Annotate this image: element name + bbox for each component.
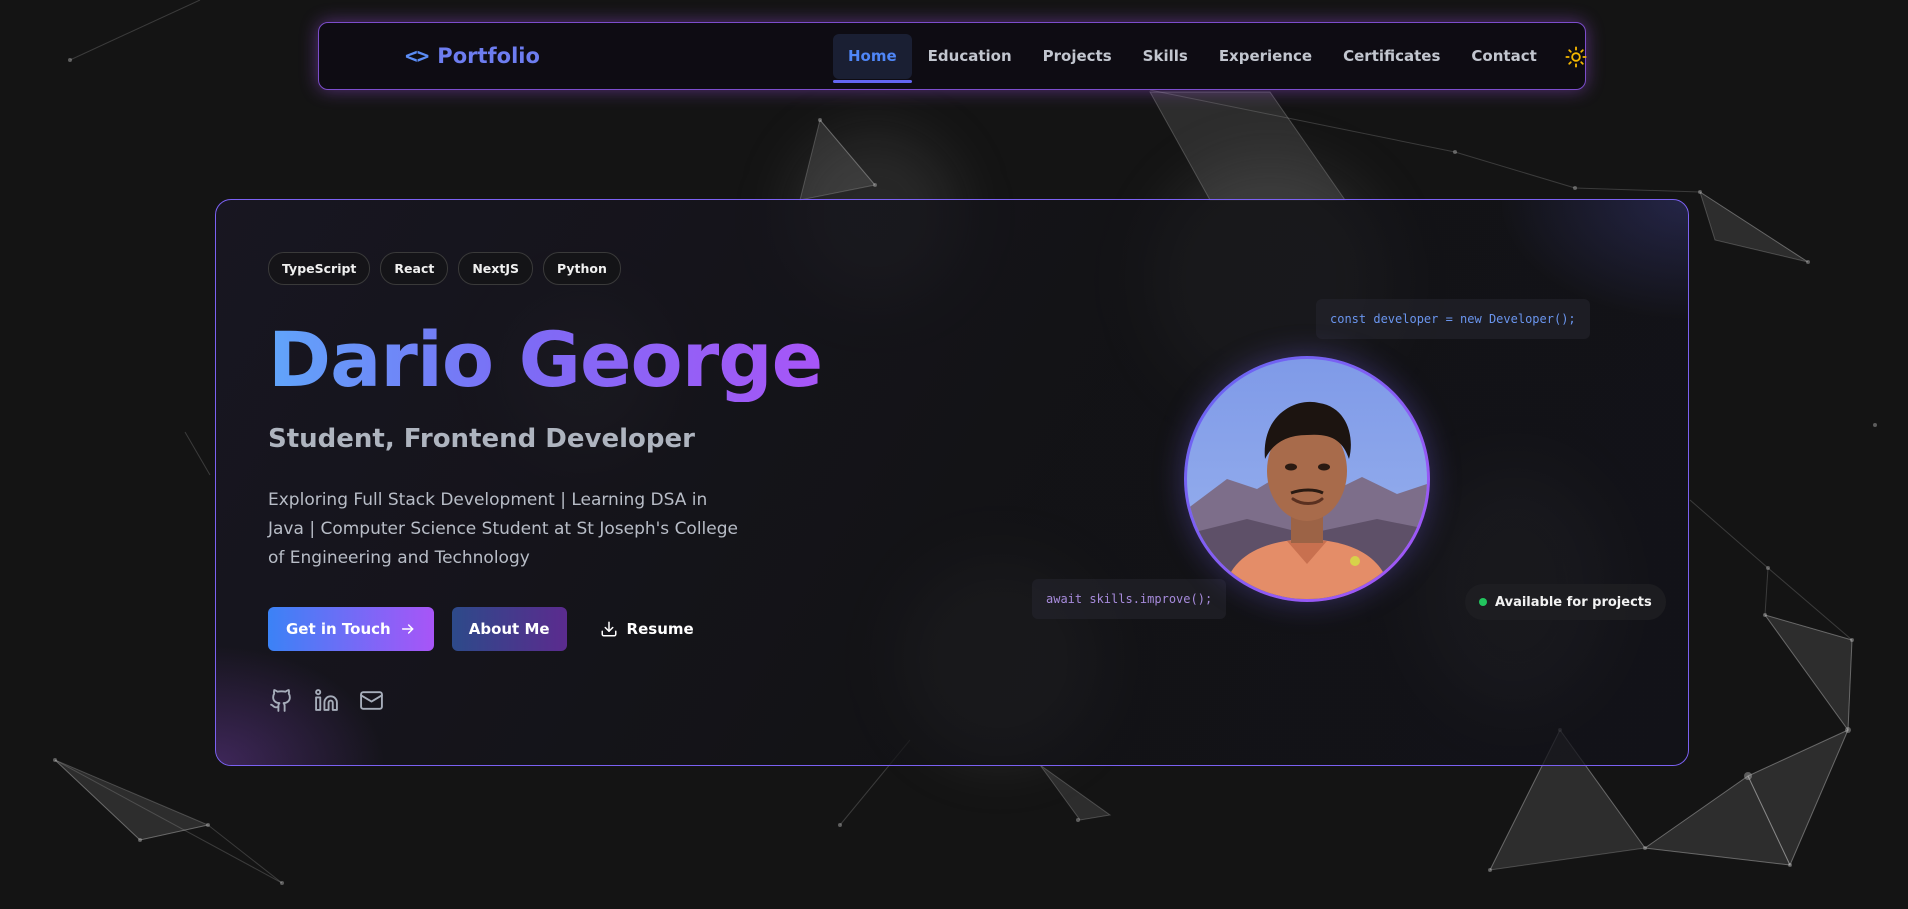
arrow-right-icon xyxy=(401,624,414,634)
profile-photo xyxy=(1184,356,1430,602)
availability-text: Available for projects xyxy=(1495,594,1652,610)
theme-toggle-button[interactable] xyxy=(1563,44,1589,70)
navbar: <> Portfolio Home Education Projects Ski… xyxy=(318,22,1589,90)
tech-tag: NextJS xyxy=(458,252,533,285)
tech-tag: TypeScript xyxy=(268,252,371,285)
linkedin-icon xyxy=(315,689,338,711)
hero-buttons: Get in Touch About Me Resume xyxy=(268,607,711,651)
logo[interactable]: <> Portfolio xyxy=(405,23,540,89)
mail-icon xyxy=(360,691,383,710)
linkedin-link[interactable] xyxy=(313,687,340,714)
logo-text: Portfolio xyxy=(437,44,540,68)
nav-item-projects[interactable]: Projects xyxy=(1028,34,1127,79)
hero-role: Student, Frontend Developer xyxy=(268,424,695,454)
resume-button[interactable]: Resume xyxy=(583,607,711,651)
nav-item-certificates[interactable]: Certificates xyxy=(1328,34,1455,79)
nav-item-experience[interactable]: Experience xyxy=(1204,34,1327,79)
tech-tag: React xyxy=(380,252,449,285)
tech-tag: Python xyxy=(542,252,621,285)
availability-badge: Available for projects xyxy=(1465,584,1666,620)
sun-icon xyxy=(1565,45,1587,68)
code-snippet: const developer = new Developer(); xyxy=(1316,299,1590,339)
social-links xyxy=(268,687,385,714)
hero-name: Dario George xyxy=(268,315,823,404)
code-snippet: await skills.improve(); xyxy=(1032,579,1227,619)
code-brackets-icon: <> xyxy=(405,44,429,68)
status-dot xyxy=(1479,598,1487,606)
nav-item-skills[interactable]: Skills xyxy=(1128,34,1203,79)
about-me-button[interactable]: About Me xyxy=(451,607,567,651)
avatar xyxy=(1187,359,1427,599)
nav-item-contact[interactable]: Contact xyxy=(1456,34,1551,79)
resume-label: Resume xyxy=(626,620,694,638)
tech-tags: TypeScript React NextJS Python xyxy=(268,252,621,285)
github-icon xyxy=(270,689,291,712)
nav-item-home[interactable]: Home xyxy=(833,34,912,83)
hero-card: TypeScript React NextJS Python Dario Geo… xyxy=(215,199,1689,766)
github-link[interactable] xyxy=(268,687,295,714)
download-icon xyxy=(601,621,617,637)
get-in-touch-label: Get in Touch xyxy=(286,620,391,638)
get-in-touch-button[interactable]: Get in Touch xyxy=(268,607,434,651)
about-me-label: About Me xyxy=(468,620,550,638)
nav-menu: Home Education Projects Skills Experienc… xyxy=(833,34,1589,83)
nav-item-education[interactable]: Education xyxy=(913,34,1027,79)
email-link[interactable] xyxy=(358,687,385,714)
hero-bio: Exploring Full Stack Development | Learn… xyxy=(268,490,738,568)
